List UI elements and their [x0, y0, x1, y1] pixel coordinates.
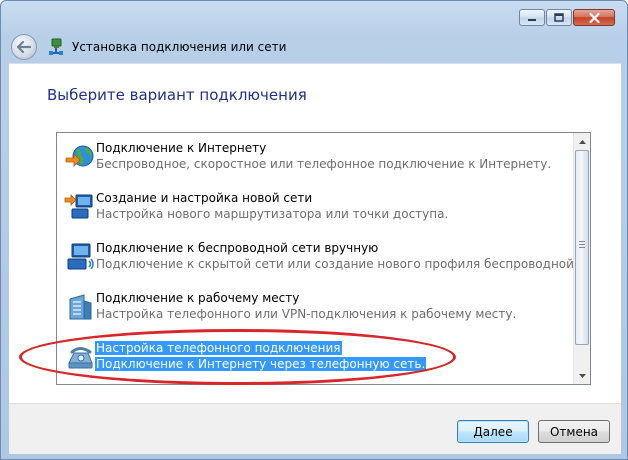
vertical-scrollbar[interactable]	[573, 133, 590, 384]
next-button[interactable]: Далее	[457, 420, 529, 443]
option-description: Настройка нового маршрутизатора или точк…	[96, 207, 449, 221]
dialog-window: Установка подключения или сети Выберите …	[0, 0, 628, 460]
cancel-button[interactable]: Отмена	[538, 420, 610, 443]
close-icon	[588, 12, 600, 23]
window-title: Установка подключения или сети	[72, 40, 287, 54]
option-description: Подключение к Интернету через телефонную…	[95, 357, 427, 371]
command-bar: Далее Отмена	[9, 403, 621, 454]
connection-options-list[interactable]: Подключение к Интернету Беспроводное, ск…	[56, 132, 591, 385]
option-internet[interactable]: Подключение к Интернету Беспроводное, ск…	[57, 135, 575, 185]
option-workplace[interactable]: Подключение к рабочему месту Настройка т…	[57, 285, 575, 335]
scroll-thumb[interactable]	[575, 150, 589, 345]
new-network-icon	[64, 194, 93, 219]
back-button[interactable]	[11, 34, 37, 60]
option-title: Подключение к рабочему месту	[96, 291, 300, 305]
maximize-button[interactable]	[546, 9, 572, 26]
caption-buttons	[519, 9, 615, 26]
wireless-network-icon	[67, 243, 94, 270]
option-title: Настройка телефонного подключения	[95, 341, 342, 355]
close-button[interactable]	[573, 9, 615, 26]
internet-globe-icon	[65, 145, 94, 167]
option-dialup[interactable]: Настройка телефонного подключения Подклю…	[57, 335, 575, 384]
scroll-up-button[interactable]	[574, 133, 590, 150]
option-title: Создание и настройка новой сети	[96, 191, 313, 205]
option-title: Подключение к беспроводной сети вручную	[96, 241, 379, 255]
option-new-network[interactable]: Создание и настройка новой сети Настройк…	[57, 185, 575, 235]
scroll-down-icon	[578, 373, 586, 378]
maximize-icon	[554, 13, 564, 22]
network-setup-icon	[49, 38, 63, 55]
page-heading: Выберите вариант подключения	[47, 86, 307, 104]
back-arrow-icon	[17, 41, 31, 53]
header-band: Установка подключения или сети	[9, 31, 619, 63]
minimize-button[interactable]	[519, 9, 545, 26]
option-description: Настройка телефонного или VPN-подключени…	[96, 307, 517, 321]
scroll-down-button[interactable]	[574, 367, 590, 384]
scroll-up-icon	[578, 139, 586, 144]
content-area: Выберите вариант подключения Подключение…	[9, 63, 621, 403]
option-title: Подключение к Интернету	[96, 141, 267, 155]
option-wireless-manual[interactable]: Подключение к беспроводной сети вручную …	[57, 235, 590, 285]
option-description: Беспроводное, скоростное или телефонное …	[96, 157, 552, 171]
option-description: Подключение к скрытой сети или создание …	[96, 257, 591, 271]
thumb-grip	[579, 241, 585, 249]
workplace-building-icon	[69, 294, 92, 320]
minimize-icon	[528, 18, 536, 21]
dialup-phone-icon	[68, 347, 93, 369]
